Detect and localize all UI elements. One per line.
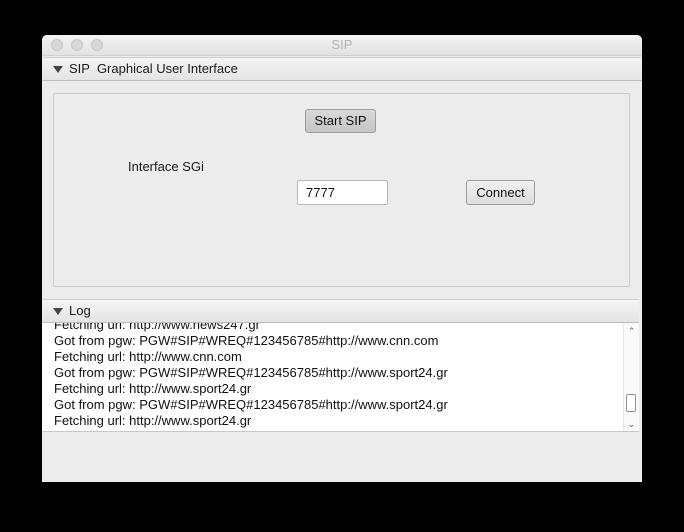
window-title: SIP [331, 37, 353, 52]
title-bar: SIP [42, 35, 642, 56]
start-sip-button[interactable]: Start SIP [305, 109, 376, 133]
log-line: Got from pgw: PGW#SIP#WREQ#123456785#htt… [54, 365, 448, 380]
connect-button[interactable]: Connect [466, 180, 535, 205]
sip-section-title: SIP Graphical User Interface [69, 61, 238, 76]
log-line: Got from pgw: PGW#SIP#WREQ#123456785#htt… [54, 397, 448, 412]
log-line: Fetching url: http://www.sport24.gr [54, 413, 252, 428]
disclosure-triangle-icon[interactable] [53, 308, 63, 315]
disclosure-triangle-icon[interactable] [53, 66, 63, 73]
log-line: Fetching url: http://www.news247.gr [54, 323, 260, 332]
log-text-area[interactable]: Fetching url: http://www.news247.gr Got … [42, 323, 639, 432]
scroll-down-icon[interactable]: ⌄ [627, 420, 636, 429]
log-scrollbar[interactable]: ⌃ ⌄ [623, 323, 639, 431]
log-line: Got from pgw: PGW#SIP#WREQ#123456785#htt… [54, 333, 439, 348]
log-section-title: Log [69, 303, 91, 318]
log-section-header[interactable]: Log [42, 299, 639, 323]
log-line: Fetching url: http://www.sport24.gr [54, 381, 252, 396]
log-line: Fetching url: http://www.cnn.com [54, 349, 242, 364]
sip-section-header[interactable]: SIP Graphical User Interface [42, 57, 642, 81]
sip-control-panel: Start SIP Interface SGi Connect [53, 93, 630, 287]
log-lines: Fetching url: http://www.news247.gr Got … [54, 323, 614, 429]
interface-sgi-label: Interface SGi [128, 159, 204, 174]
scroll-up-icon[interactable]: ⌃ [627, 327, 636, 336]
scroll-thumb[interactable] [626, 394, 636, 412]
sip-window: SIP SIP Graphical User Interface Start S… [42, 35, 642, 482]
port-input[interactable] [297, 180, 388, 205]
